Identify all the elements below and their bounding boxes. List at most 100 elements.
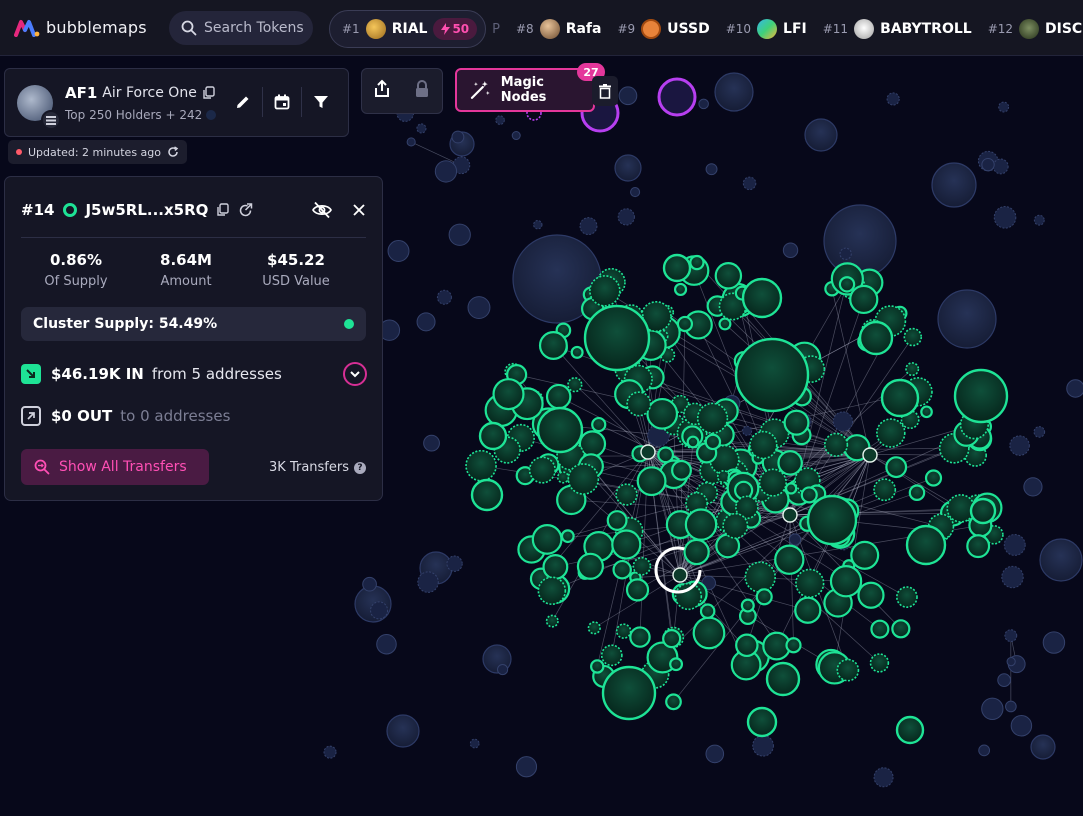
wallet-bubble[interactable]	[434, 160, 458, 183]
wallet-bubble[interactable]	[436, 289, 452, 305]
wallet-bubble[interactable]	[869, 653, 890, 673]
wallet-bubble[interactable]	[1033, 426, 1046, 438]
wallet-bubble[interactable]	[765, 661, 801, 697]
wallet-bubble[interactable]	[556, 471, 570, 484]
wallet-bubble[interactable]	[937, 289, 997, 349]
wallet-bubble[interactable]	[1009, 435, 1030, 456]
wallet-bubble[interactable]	[362, 576, 377, 592]
ticker-item-rafa[interactable]: #8 Rafa	[516, 19, 601, 39]
clear-magic-nodes-button[interactable]	[592, 76, 618, 106]
wallet-bubble[interactable]	[673, 282, 688, 297]
wallet-bubble[interactable]	[618, 86, 638, 106]
wallet-bubble[interactable]	[492, 378, 525, 411]
wallet-bubble[interactable]	[953, 368, 1009, 424]
wallet-bubble[interactable]	[744, 561, 776, 593]
wallet-bubble[interactable]	[891, 619, 911, 639]
wallet-bubble[interactable]	[416, 312, 436, 332]
copy-icon[interactable]	[216, 203, 230, 217]
wallet-bubble[interactable]	[528, 456, 556, 484]
expand-inflow-button[interactable]	[343, 362, 367, 386]
wallet-bubble[interactable]	[606, 510, 628, 531]
wallet-bubble[interactable]	[981, 697, 1004, 720]
wallet-bubble[interactable]	[406, 137, 416, 147]
wallet-bubble[interactable]	[746, 706, 778, 738]
wallet-bubble[interactable]	[632, 556, 652, 576]
external-link-icon[interactable]	[238, 202, 253, 218]
wallet-bubble[interactable]	[611, 529, 642, 560]
wallet-bubble[interactable]	[1010, 714, 1033, 737]
wallet-bubble[interactable]	[465, 449, 497, 482]
wallet-bubble[interactable]	[784, 482, 798, 495]
wallet-bubble[interactable]	[545, 614, 559, 628]
wallet-bubble[interactable]	[749, 430, 778, 460]
wallet-bubble[interactable]	[662, 629, 682, 649]
wallet-bubble[interactable]	[601, 665, 657, 721]
wallet-bubble[interactable]	[589, 275, 621, 307]
wallet-bubble[interactable]	[676, 315, 694, 333]
wallet-bubble[interactable]	[657, 446, 675, 464]
wallet-bubble[interactable]	[774, 544, 805, 575]
wallet-bubble[interactable]	[615, 623, 632, 639]
wallet-bubble[interactable]	[1004, 629, 1018, 643]
wallet-bubble[interactable]	[469, 738, 480, 749]
wallet-bubble[interactable]	[741, 277, 783, 319]
wallet-bubble[interactable]	[590, 659, 605, 674]
wallet-bubble[interactable]	[567, 377, 583, 393]
wallet-bubble[interactable]	[417, 571, 439, 593]
wallet-bubble[interactable]	[1006, 657, 1016, 667]
wallet-bubble[interactable]	[470, 478, 504, 512]
wallet-bubble[interactable]	[838, 276, 856, 293]
wallet-bubble[interactable]	[836, 658, 860, 682]
wallet-bubble[interactable]	[895, 715, 925, 745]
hub-bubble[interactable]	[782, 507, 798, 523]
wallet-bubble[interactable]	[617, 208, 635, 226]
wallet-bubble[interactable]	[692, 616, 726, 650]
wallet-bubble[interactable]	[1030, 734, 1056, 760]
search-tokens-button[interactable]: Search Tokens	[169, 10, 313, 45]
wallet-bubble[interactable]	[857, 581, 885, 609]
wallet-bubble[interactable]	[689, 254, 705, 271]
lock-button[interactable]	[413, 79, 431, 103]
wallet-bubble[interactable]	[696, 402, 729, 434]
wallet-bubble[interactable]	[905, 362, 920, 377]
wallet-bubble[interactable]	[714, 262, 743, 290]
wallet-bubble[interactable]	[992, 158, 1009, 175]
wallet-bubble[interactable]	[386, 714, 420, 748]
hub-bubble[interactable]	[640, 444, 656, 460]
wallet-bubble[interactable]	[832, 411, 854, 432]
wallet-bubble[interactable]	[671, 459, 692, 481]
wallet-bubble[interactable]	[734, 337, 810, 413]
wallet-bubble[interactable]	[823, 204, 897, 278]
wallet-bubble[interactable]	[1005, 700, 1017, 713]
wallet-bubble[interactable]	[665, 693, 682, 711]
wallet-bubble[interactable]	[1042, 631, 1066, 654]
wallet-bubble[interactable]	[545, 383, 572, 410]
magic-node[interactable]	[657, 77, 697, 117]
hide-eye-icon[interactable]	[312, 201, 332, 219]
wallet-bubble[interactable]	[858, 320, 894, 356]
wallet-bubble[interactable]	[880, 378, 920, 418]
updated-status[interactable]: Updated: 2 minutes ago	[8, 140, 187, 164]
close-icon[interactable]	[352, 203, 366, 217]
wallet-bubble[interactable]	[735, 633, 759, 658]
wallet-bubble[interactable]	[570, 345, 584, 359]
wallet-bubble[interactable]	[908, 484, 926, 502]
wallet-bubble[interactable]	[978, 744, 991, 757]
wallet-bubble[interactable]	[885, 456, 908, 479]
wallet-bubble[interactable]	[587, 621, 601, 635]
wallet-bubble[interactable]	[876, 418, 906, 448]
wallet-bubble[interactable]	[823, 432, 849, 457]
hub-bubble[interactable]	[862, 447, 878, 463]
wallet-bubble[interactable]	[699, 603, 716, 619]
ticker-item-ussd[interactable]: #9 USSD	[617, 19, 710, 39]
wallet-bubble[interactable]	[752, 734, 774, 757]
wallet-bubble[interactable]	[387, 240, 410, 262]
hub-bubble[interactable]	[672, 567, 688, 583]
wallet-bubble[interactable]	[704, 433, 722, 451]
wallet-bubble[interactable]	[777, 450, 803, 476]
wallet-bubble[interactable]	[533, 220, 543, 230]
wallet-bubble[interactable]	[997, 673, 1011, 687]
wallet-bubble[interactable]	[531, 524, 563, 555]
wallet-bubble[interactable]	[537, 576, 567, 606]
wallet-bubble[interactable]	[684, 508, 718, 541]
